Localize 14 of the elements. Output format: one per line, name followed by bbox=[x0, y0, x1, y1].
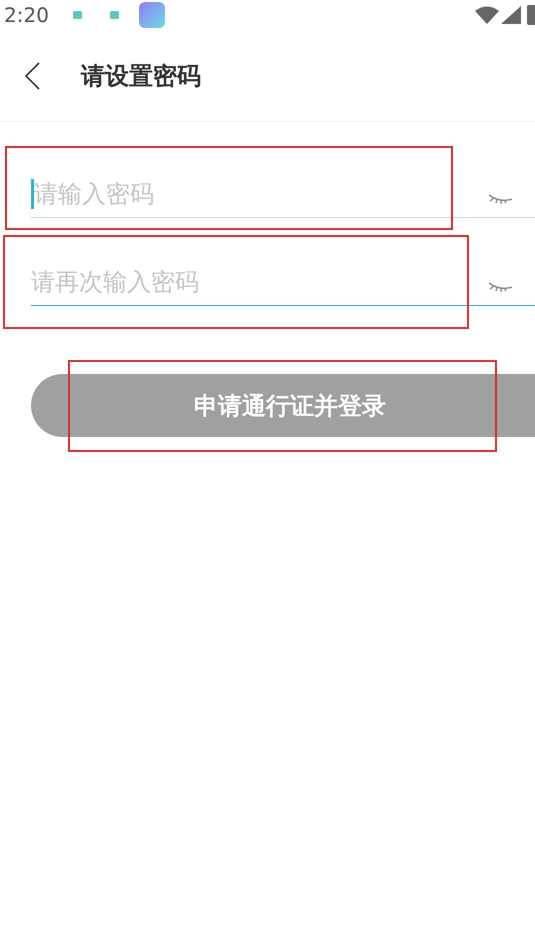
notification-icon bbox=[72, 11, 82, 19]
battery-icon bbox=[527, 5, 535, 25]
back-icon bbox=[24, 62, 40, 90]
password-field[interactable]: 请再次输入密码 bbox=[31, 264, 488, 300]
wifi-icon bbox=[475, 6, 499, 24]
text-cursor bbox=[31, 178, 34, 208]
app-icon bbox=[138, 2, 165, 28]
signal-icon bbox=[501, 6, 521, 24]
page-title: 请设置密码 bbox=[81, 60, 201, 92]
password-field[interactable]: 请输入密码 bbox=[34, 176, 488, 212]
status-time: 2:20 bbox=[4, 2, 49, 29]
notification-icon bbox=[110, 11, 119, 19]
closed-eye-icon[interactable] bbox=[488, 280, 512, 292]
closed-eye-icon[interactable] bbox=[488, 192, 512, 204]
